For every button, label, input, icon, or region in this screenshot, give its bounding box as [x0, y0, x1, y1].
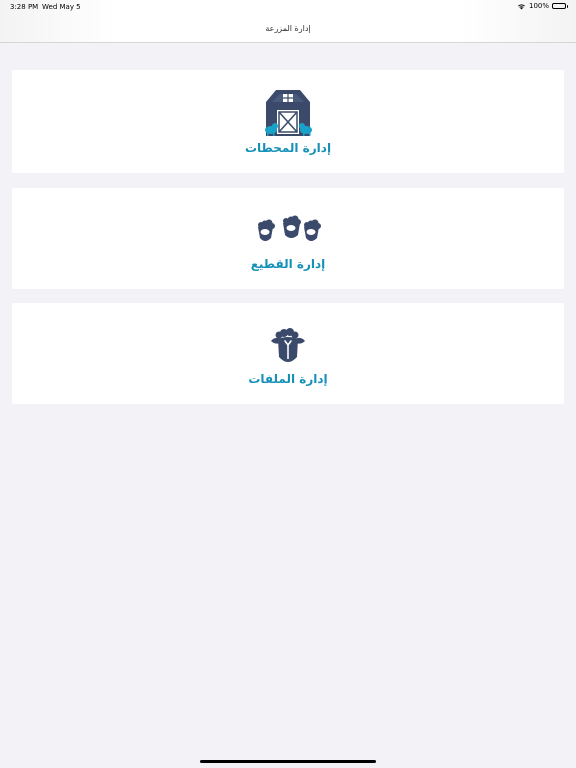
files-management-card[interactable]: إدارة الملفات — [12, 303, 564, 404]
home-indicator[interactable] — [200, 760, 376, 763]
flock-management-label: إدارة القطيع — [250, 257, 326, 271]
status-time: 3:28 PM — [10, 3, 39, 11]
stations-management-label: إدارة المحطات — [244, 141, 332, 155]
flock-management-card[interactable]: إدارة القطيع — [12, 188, 564, 289]
battery-icon — [552, 3, 568, 9]
wifi-icon — [518, 3, 525, 9]
status-date: Wed May 5 — [42, 3, 81, 11]
sheep-flock-icon — [258, 215, 321, 241]
files-management-label: إدارة الملفات — [248, 372, 328, 386]
navigation-bar: 3:28 PM Wed May 5 100% إدارة المزرعة — [0, 0, 576, 43]
stations-management-card[interactable]: إدارة المحطات — [12, 70, 564, 173]
battery-percent: 100% — [528, 2, 549, 10]
sheep-file-icon — [271, 328, 305, 362]
page-title: إدارة المزرعة — [265, 24, 311, 33]
status-bar: 3:28 PM Wed May 5 100% — [0, 0, 576, 14]
barn-icon — [265, 90, 312, 136]
status-indicators: 100% — [517, 2, 568, 10]
